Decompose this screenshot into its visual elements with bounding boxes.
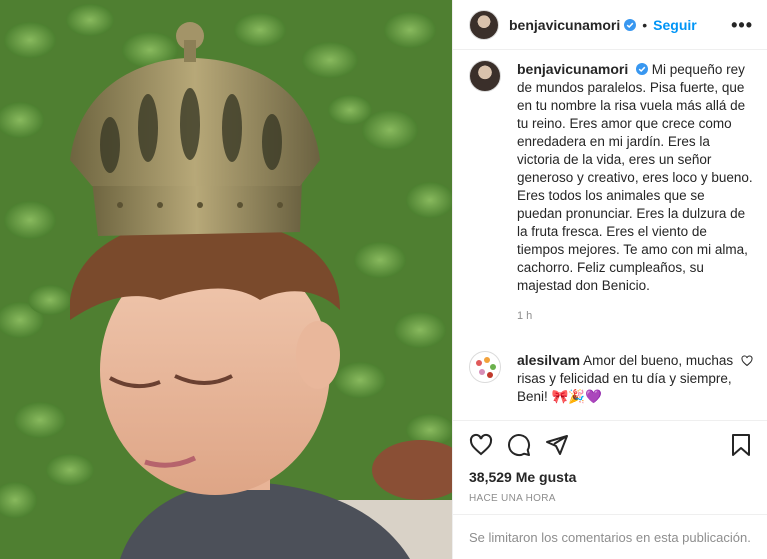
post-side-panel: benjavicunamori • Seguir ••• benjavicuna… — [452, 0, 767, 559]
caption-avatar[interactable] — [469, 60, 501, 92]
comment-icon[interactable] — [507, 433, 531, 457]
commenter-avatar[interactable] — [469, 351, 501, 383]
verified-badge-icon — [624, 18, 637, 31]
photo-illustration — [0, 0, 452, 559]
actions-area: 38,529 Me gusta HACE UNA HORA — [453, 420, 767, 504]
post-photo[interactable] — [0, 0, 452, 559]
caption-username[interactable]: benjavicunamori — [517, 61, 628, 77]
paper-plane-icon[interactable] — [545, 433, 569, 457]
comment-item: alesilvam Amor del bueno, muchas risas y… — [469, 351, 753, 406]
likes-count[interactable]: 38,529 Me gusta — [469, 469, 753, 485]
caption-row: benjavicunamori Mi pequeño rey de mundos… — [469, 60, 753, 325]
caption-timestamp[interactable]: 1 h — [517, 307, 753, 325]
commenter-username[interactable]: alesilvam — [517, 352, 580, 368]
comment-body: alesilvam Amor del bueno, muchas risas y… — [517, 351, 749, 406]
post-header: benjavicunamori • Seguir ••• — [453, 0, 767, 50]
bookmark-icon[interactable] — [729, 433, 753, 457]
action-bar — [469, 431, 753, 459]
post-time-ago[interactable]: HACE UNA HORA — [469, 493, 753, 504]
more-options-icon[interactable]: ••• — [731, 16, 753, 34]
comments-section: benjavicunamori Mi pequeño rey de mundos… — [453, 60, 767, 406]
author-username[interactable]: benjavicunamori — [509, 17, 620, 33]
heart-icon[interactable] — [469, 433, 493, 457]
verified-badge-icon — [636, 63, 649, 75]
header-separator: • — [642, 16, 648, 33]
author-avatar[interactable] — [469, 9, 499, 40]
caption-body: benjavicunamori Mi pequeño rey de mundos… — [517, 60, 753, 325]
comments-limited-notice: Se limitaron los comentarios en esta pub… — [453, 514, 767, 559]
caption-text: Mi pequeño rey de mundos paralelos. Pisa… — [517, 62, 753, 293]
follow-button[interactable]: Seguir — [653, 17, 697, 33]
comment-like-heart-icon[interactable] — [741, 355, 753, 367]
